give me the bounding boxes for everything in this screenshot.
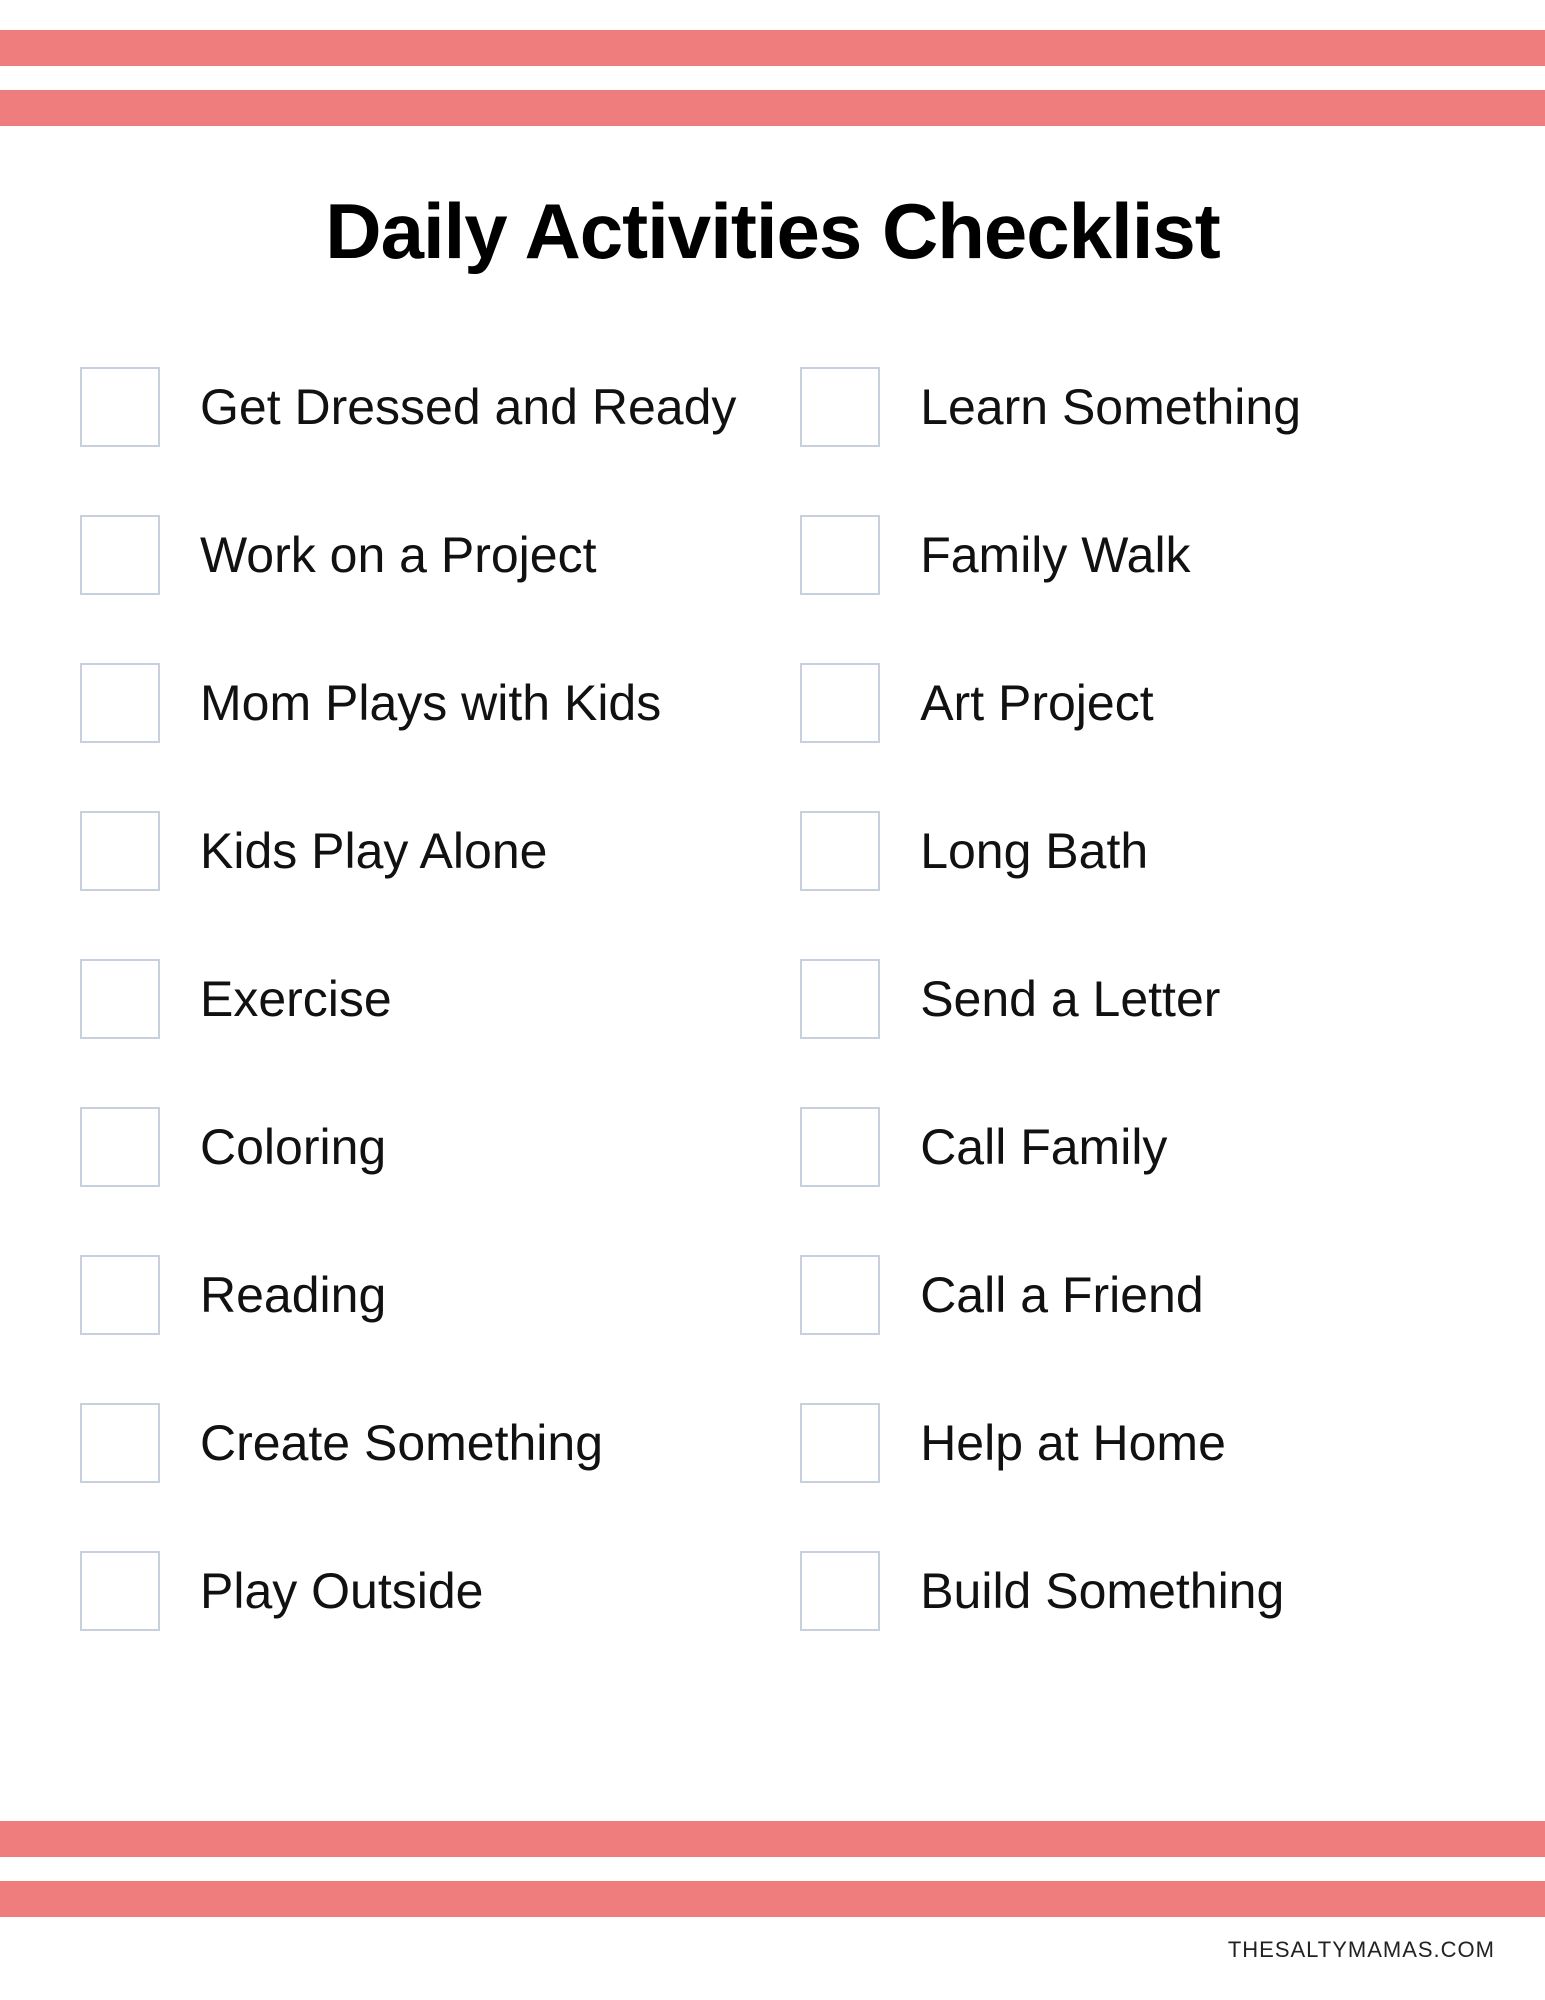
- item-label: Exercise: [200, 972, 392, 1027]
- item-label: Art Project: [920, 676, 1153, 731]
- checkbox[interactable]: [80, 663, 160, 743]
- checklist-item: Send a Letter: [800, 959, 1465, 1039]
- item-label: Reading: [200, 1268, 386, 1323]
- item-label: Coloring: [200, 1120, 386, 1175]
- checkbox[interactable]: [800, 663, 880, 743]
- footer-credit: THESALTYMAMAS.COM: [0, 1917, 1545, 1988]
- item-label: Mom Plays with Kids: [200, 676, 661, 731]
- checkbox[interactable]: [80, 811, 160, 891]
- checklist-item: Play Outside: [80, 1551, 800, 1631]
- bottom-stripes: THESALTYMAMAS.COM: [0, 1821, 1545, 2000]
- checkbox[interactable]: [80, 1551, 160, 1631]
- item-label: Call a Friend: [920, 1268, 1203, 1323]
- checkbox[interactable]: [800, 1107, 880, 1187]
- checklist-item: Create Something: [80, 1403, 800, 1483]
- checklist-item: Work on a Project: [80, 515, 800, 595]
- page-title: Daily Activities Checklist: [80, 186, 1465, 277]
- item-label: Call Family: [920, 1120, 1167, 1175]
- checkbox[interactable]: [800, 515, 880, 595]
- checklist-item: Coloring: [80, 1107, 800, 1187]
- checklist-item: Exercise: [80, 959, 800, 1039]
- stripe-gap: [0, 1988, 1545, 2000]
- stripe-gap: [0, 1857, 1545, 1881]
- checkbox[interactable]: [800, 1255, 880, 1335]
- checklist-item: Kids Play Alone: [80, 811, 800, 891]
- checklist-item: Learn Something: [800, 367, 1465, 447]
- content-area: Daily Activities Checklist Get Dressed a…: [0, 126, 1545, 1729]
- checklist-item: Reading: [80, 1255, 800, 1335]
- checklist-columns: Get Dressed and Ready Work on a Project …: [80, 367, 1465, 1699]
- item-label: Learn Something: [920, 380, 1301, 435]
- stripe: [0, 90, 1545, 126]
- item-label: Play Outside: [200, 1564, 483, 1619]
- item-label: Long Bath: [920, 824, 1148, 879]
- stripe: [0, 1881, 1545, 1917]
- checkbox[interactable]: [80, 1403, 160, 1483]
- checkbox[interactable]: [800, 1551, 880, 1631]
- checklist-item: Build Something: [800, 1551, 1465, 1631]
- checkbox[interactable]: [800, 367, 880, 447]
- item-label: Send a Letter: [920, 972, 1220, 1027]
- checkbox[interactable]: [800, 1403, 880, 1483]
- checkbox[interactable]: [80, 959, 160, 1039]
- item-label: Get Dressed and Ready: [200, 380, 736, 435]
- stripe-gap: [0, 66, 1545, 90]
- stripe: [0, 30, 1545, 66]
- checkbox[interactable]: [800, 959, 880, 1039]
- checkbox[interactable]: [80, 515, 160, 595]
- item-label: Build Something: [920, 1564, 1284, 1619]
- checklist-item: Art Project: [800, 663, 1465, 743]
- checklist-item: Help at Home: [800, 1403, 1465, 1483]
- top-stripes: [0, 0, 1545, 126]
- item-label: Create Something: [200, 1416, 603, 1471]
- item-label: Work on a Project: [200, 528, 596, 583]
- checkbox[interactable]: [80, 367, 160, 447]
- checklist-item: Call Family: [800, 1107, 1465, 1187]
- right-column: Learn Something Family Walk Art Project …: [800, 367, 1465, 1699]
- checkbox[interactable]: [800, 811, 880, 891]
- left-column: Get Dressed and Ready Work on a Project …: [80, 367, 800, 1699]
- item-label: Kids Play Alone: [200, 824, 547, 879]
- stripe: [0, 1821, 1545, 1857]
- checklist-item: Family Walk: [800, 515, 1465, 595]
- item-label: Help at Home: [920, 1416, 1226, 1471]
- checkbox[interactable]: [80, 1107, 160, 1187]
- item-label: Family Walk: [920, 528, 1190, 583]
- checklist-item: Mom Plays with Kids: [80, 663, 800, 743]
- checklist-item: Get Dressed and Ready: [80, 367, 800, 447]
- checklist-item: Long Bath: [800, 811, 1465, 891]
- checkbox[interactable]: [80, 1255, 160, 1335]
- checklist-item: Call a Friend: [800, 1255, 1465, 1335]
